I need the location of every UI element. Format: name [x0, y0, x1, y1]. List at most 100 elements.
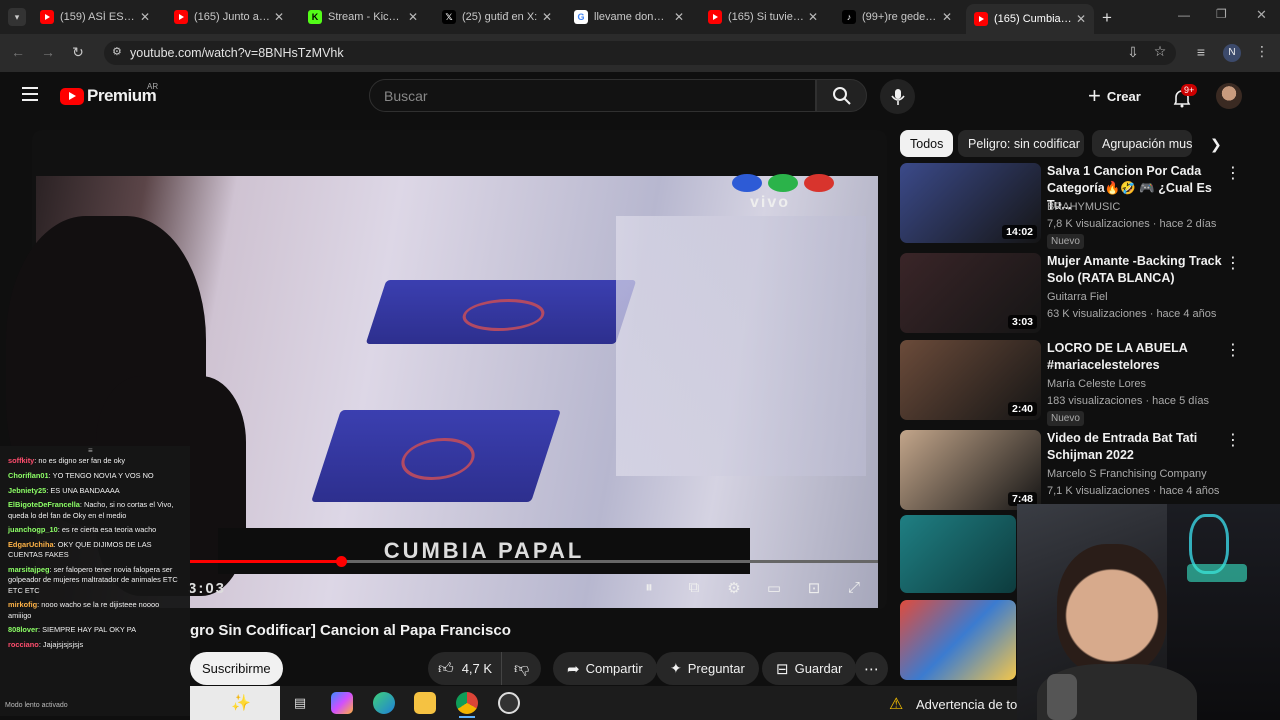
- more-actions-button[interactable]: ⋯: [855, 652, 888, 685]
- browser-tab[interactable]: 𝕏 (25) gutiđ en X: ✕: [434, 4, 560, 30]
- video-title[interactable]: Video de Entrada Bat Tati Schijman 2022: [1047, 430, 1225, 464]
- more-options-icon[interactable]: ⋮: [1225, 430, 1241, 450]
- channel-name[interactable]: María Celeste Lores: [1047, 378, 1146, 390]
- channel-name[interactable]: Guitarra Fiel: [1047, 291, 1108, 303]
- filter-chip[interactable]: Todos: [900, 130, 953, 157]
- restore-icon[interactable]: ❐: [1216, 7, 1227, 21]
- recommended-video[interactable]: 3:03 Mujer Amante -Backing Track Solo (RA…: [900, 253, 1270, 335]
- sparkle-icon: ✦: [670, 660, 682, 676]
- browser-tab[interactable]: ♪ (99+)re gede pa ✕: [834, 4, 960, 30]
- tab-close-icon[interactable]: ✕: [274, 10, 284, 24]
- subtitles-icon[interactable]: ⧉: [683, 579, 705, 597]
- chips-next-icon[interactable]: ❯: [1210, 136, 1222, 153]
- chat-username[interactable]: ElBigoteDeFrancella: [8, 500, 80, 509]
- notifications-button[interactable]: 9+: [1170, 84, 1198, 108]
- address-bar[interactable]: ⚙ youtube.com/watch?v=8BNHsTzMVhk: [104, 41, 1176, 65]
- subscribe-button[interactable]: Suscribirme: [190, 652, 283, 685]
- recommended-video[interactable]: 7:48 Video de Entrada Bat Tati Schijman 2…: [900, 430, 1270, 512]
- chat-username[interactable]: Jebniety25: [8, 486, 46, 495]
- back-icon[interactable]: ←: [8, 44, 28, 60]
- chat-username[interactable]: EdgarUchiha: [8, 540, 54, 549]
- dislike-button[interactable]: 👎︎: [501, 652, 542, 685]
- chat-username[interactable]: marsitajpeg: [8, 565, 50, 574]
- video-title[interactable]: Mujer Amante -Backing Track Solo (RATA B…: [1047, 253, 1225, 287]
- close-window-icon[interactable]: ✕: [1256, 7, 1267, 23]
- tab-close-icon[interactable]: ✕: [408, 10, 418, 24]
- browser-tab[interactable]: (165) Cumbia Pa ✕: [966, 4, 1094, 34]
- browser-tab[interactable]: (159) ASÍ ES DON ✕: [32, 4, 158, 30]
- chrome-icon[interactable]: [456, 692, 478, 714]
- chat-username[interactable]: Choriflan01: [8, 471, 49, 480]
- minimize-icon[interactable]: —: [1178, 8, 1190, 22]
- chat-drag-handle-icon[interactable]: ≡: [88, 446, 93, 456]
- copilot-icon[interactable]: [331, 692, 353, 714]
- save-button[interactable]: ⊟ Guardar: [762, 652, 857, 685]
- tab-close-icon[interactable]: ✕: [942, 10, 952, 24]
- tab-close-icon[interactable]: ✕: [140, 10, 150, 24]
- channel-name[interactable]: Marcelo S Franchising Company: [1047, 468, 1207, 480]
- rec-thumbnail-extra[interactable]: [900, 515, 1016, 593]
- ask-button[interactable]: ✦ Preguntar: [656, 652, 759, 685]
- chat-username[interactable]: soffkity: [8, 456, 34, 465]
- reading-list-icon[interactable]: ≡: [1191, 44, 1211, 60]
- file-explorer-icon[interactable]: [414, 692, 436, 714]
- filter-chip[interactable]: Agrupación musi: [1092, 130, 1192, 157]
- edge-icon[interactable]: [373, 692, 395, 714]
- tab-close-icon[interactable]: ✕: [1076, 12, 1086, 26]
- chat-username[interactable]: rocciano: [8, 640, 39, 649]
- theater-mode-icon[interactable]: ▭: [763, 579, 785, 597]
- video-thumbnail[interactable]: 3:03: [900, 253, 1041, 333]
- chat-username[interactable]: 808lover: [8, 625, 38, 634]
- browser-tab[interactable]: (165) Junto a Ti ✕: [166, 4, 292, 30]
- video-thumbnail[interactable]: 7:48: [900, 430, 1041, 510]
- reload-icon[interactable]: ↻: [68, 44, 88, 61]
- share-button[interactable]: ➦ Compartir: [553, 652, 657, 685]
- widgets-icon[interactable]: ▤: [289, 692, 311, 714]
- sparkles-icon[interactable]: ✨: [230, 692, 252, 714]
- forward-icon[interactable]: →: [38, 44, 58, 60]
- hamburger-menu-icon[interactable]: [22, 87, 38, 101]
- voice-search-button[interactable]: [880, 79, 915, 114]
- rec-thumbnail-extra-2[interactable]: [900, 600, 1016, 680]
- site-info-icon[interactable]: ⚙: [112, 45, 122, 58]
- more-options-icon[interactable]: ⋮: [1225, 253, 1241, 273]
- youtube-logo[interactable]: Premium: [60, 86, 157, 106]
- browser-tab[interactable]: Gllevame donde l ✕: [566, 4, 692, 30]
- like-button[interactable]: 👍︎ 4,7 K: [428, 652, 505, 685]
- video-thumbnail[interactable]: 2:40: [900, 340, 1041, 420]
- new-badge: Nuevo: [1047, 234, 1084, 249]
- scrubber-handle[interactable]: [336, 556, 347, 567]
- video-title[interactable]: LOCRO DE LA ABUELA #mariacelestelores: [1047, 340, 1225, 374]
- video-thumbnail[interactable]: 14:02: [900, 163, 1041, 243]
- settings-gear-icon[interactable]: ⚙: [723, 579, 745, 597]
- install-app-icon[interactable]: ⇩: [1123, 44, 1143, 61]
- cast-icon[interactable]: ⊡: [803, 579, 825, 597]
- search-button[interactable]: [816, 79, 867, 112]
- new-tab-button[interactable]: +: [1102, 8, 1112, 28]
- tab-close-icon[interactable]: ✕: [542, 10, 552, 24]
- video-timestamp: 3:03: [188, 580, 227, 597]
- more-options-icon[interactable]: ⋮: [1225, 163, 1241, 183]
- channel-name[interactable]: BRAHYMUSIC: [1047, 201, 1120, 213]
- taskbar-notice[interactable]: Advertencia de torr: [916, 697, 1017, 712]
- obs-icon[interactable]: [498, 692, 520, 714]
- filter-chip[interactable]: Peligro: sin codificar: [958, 130, 1084, 157]
- tab-close-icon[interactable]: ✕: [808, 10, 818, 24]
- browser-tab[interactable]: K Stream - Kick Da ✕: [300, 4, 426, 30]
- recommended-video[interactable]: 2:40 LOCRO DE LA ABUELA #mariacelestelore…: [900, 340, 1270, 426]
- chat-username[interactable]: mirkofig: [8, 600, 37, 609]
- pause-icon[interactable]: ⏸: [638, 579, 660, 597]
- create-button[interactable]: + Crear: [1088, 82, 1141, 110]
- recommended-video[interactable]: 14:02 Salva 1 Cancion Por Cada Categoría🔥…: [900, 163, 1270, 249]
- fullscreen-icon[interactable]: ⤢: [843, 579, 865, 597]
- account-avatar[interactable]: [1216, 83, 1242, 109]
- more-options-icon[interactable]: ⋮: [1225, 340, 1241, 360]
- browser-tab[interactable]: (165) Si tuvieras ✕: [700, 4, 826, 30]
- chat-username[interactable]: juanchogp_10: [8, 525, 58, 534]
- profile-avatar[interactable]: N: [1223, 44, 1241, 62]
- bookmark-star-icon[interactable]: ☆: [1150, 43, 1170, 60]
- tab-close-icon[interactable]: ✕: [674, 10, 684, 24]
- tab-search-button[interactable]: ▾: [8, 8, 26, 26]
- browser-menu-icon[interactable]: ⋮: [1252, 43, 1272, 60]
- search-input[interactable]: Buscar: [369, 79, 816, 112]
